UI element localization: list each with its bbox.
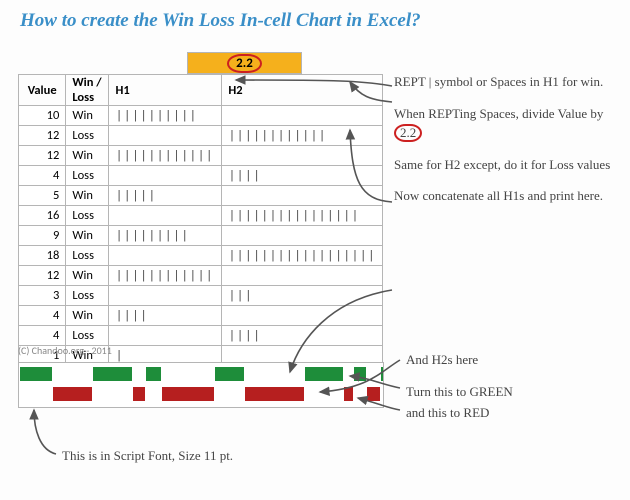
cell-h2 (222, 146, 383, 166)
chart-seg-win (146, 367, 162, 381)
cell-value: 5 (19, 186, 66, 206)
table-row: 4Loss |||| (19, 166, 383, 186)
table-row: 12Win|||||||||||| (19, 146, 383, 166)
cell-winloss: Loss (66, 246, 109, 266)
table-row: 18Loss |||||||||||||||||| (19, 246, 383, 266)
table-row: 4Win|||| (19, 306, 383, 326)
cell-winloss: Win (66, 266, 109, 286)
chart-seg-loss (53, 387, 92, 401)
ann-divisor-circle: 2.2 (394, 124, 422, 142)
cell-h1 (109, 206, 222, 226)
header-h1: H1 (109, 75, 222, 106)
ann-rept1: REPT | symbol or Spaces in H1 for win. (394, 72, 614, 92)
ann-rept2: When REPTing Spaces, divide Value by 2.2 (394, 104, 614, 143)
table-row: 12Loss |||||||||||| (19, 126, 383, 146)
cell-value: 9 (19, 226, 66, 246)
cell-h2: ||| (222, 286, 383, 306)
cell-h1: |||||||||||| (109, 266, 222, 286)
cell-h1: |||| (109, 306, 222, 326)
header-winloss: Win / Loss (66, 75, 109, 106)
chart-seg-loss (367, 387, 379, 401)
header-value: Value (19, 75, 66, 106)
table-row: 4Loss |||| (19, 326, 383, 346)
cell-value: 16 (19, 206, 66, 226)
winloss-chart (18, 362, 384, 408)
chart-seg-loss (245, 387, 304, 401)
cell-h1: ||||| (109, 186, 222, 206)
cell-winloss: Win (66, 226, 109, 246)
divisor-cell: 2.2 (187, 52, 302, 74)
cell-h1 (109, 126, 222, 146)
cell-h2 (222, 226, 383, 246)
cell-h1 (109, 326, 222, 346)
chart-seg-win (93, 367, 132, 381)
cell-h1: ||||||||| (109, 226, 222, 246)
chart-seg-loss (344, 387, 353, 401)
cell-h2: |||| (222, 166, 383, 186)
cell-winloss: Loss (66, 206, 109, 226)
cell-h1 (109, 286, 222, 306)
table-row: 5Win||||| (19, 186, 383, 206)
cell-h2: |||||||||||||||| (222, 206, 383, 226)
chart-seg-loss (162, 387, 214, 401)
cell-winloss: Win (66, 106, 109, 126)
cell-winloss: Loss (66, 166, 109, 186)
cell-h2: |||||||||||||||||| (222, 246, 383, 266)
cell-h1: |||||||||| (109, 106, 222, 126)
cell-value: 4 (19, 166, 66, 186)
ann-colors: Turn this to GREEN and this to RED (406, 382, 513, 424)
page-title: How to create the Win Loss In-cell Chart… (0, 0, 630, 46)
cell-h2 (222, 266, 383, 286)
divisor-value: 2.2 (227, 54, 262, 73)
annotations: REPT | symbol or Spaces in H1 for win. W… (394, 72, 614, 218)
cell-value: 12 (19, 266, 66, 286)
cell-h1: |||||||||||| (109, 146, 222, 166)
cell-value: 4 (19, 326, 66, 346)
cell-h1 (109, 166, 222, 186)
cell-value: 12 (19, 146, 66, 166)
credit-text: (C) Chandoo.org - 2011 (18, 344, 112, 357)
cell-h2 (222, 106, 383, 126)
cell-h2 (222, 306, 383, 326)
ann-h2here: And H2s here (406, 352, 478, 368)
table-row: 10Win|||||||||| (19, 106, 383, 126)
chart-row-loss (19, 385, 383, 407)
cell-value: 3 (19, 286, 66, 306)
chart-seg-win (381, 367, 383, 381)
chart-seg-win (215, 367, 244, 381)
chart-seg-win (20, 367, 52, 381)
cell-h2: |||||||||||| (222, 126, 383, 146)
table-row: 9Win||||||||| (19, 226, 383, 246)
chart-seg-win (305, 367, 344, 381)
ann-concat: Now concatenate all H1s and print here. (394, 186, 614, 206)
cell-value: 10 (19, 106, 66, 126)
table-row: 12Win|||||||||||| (19, 266, 383, 286)
table-row: 3Loss ||| (19, 286, 383, 306)
chart-seg-loss (133, 387, 145, 401)
cell-h2: |||| (222, 326, 383, 346)
cell-winloss: Loss (66, 326, 109, 346)
data-table: Value Win / Loss H1 H2 10Win||||||||||12… (18, 74, 383, 366)
table-row: 16Loss |||||||||||||||| (19, 206, 383, 226)
chart-seg-win (354, 367, 366, 381)
cell-value: 12 (19, 126, 66, 146)
ann-same: Same for H2 except, do it for Loss value… (394, 155, 614, 175)
cell-winloss: Win (66, 186, 109, 206)
cell-winloss: Loss (66, 286, 109, 306)
cell-h2 (222, 186, 383, 206)
cell-winloss: Win (66, 146, 109, 166)
chart-row-win (19, 363, 383, 385)
header-h2: H2 (222, 75, 383, 106)
cell-h1 (109, 246, 222, 266)
ann-script: This is in Script Font, Size 11 pt. (62, 448, 233, 464)
cell-value: 4 (19, 306, 66, 326)
cell-winloss: Win (66, 306, 109, 326)
cell-value: 18 (19, 246, 66, 266)
cell-winloss: Loss (66, 126, 109, 146)
